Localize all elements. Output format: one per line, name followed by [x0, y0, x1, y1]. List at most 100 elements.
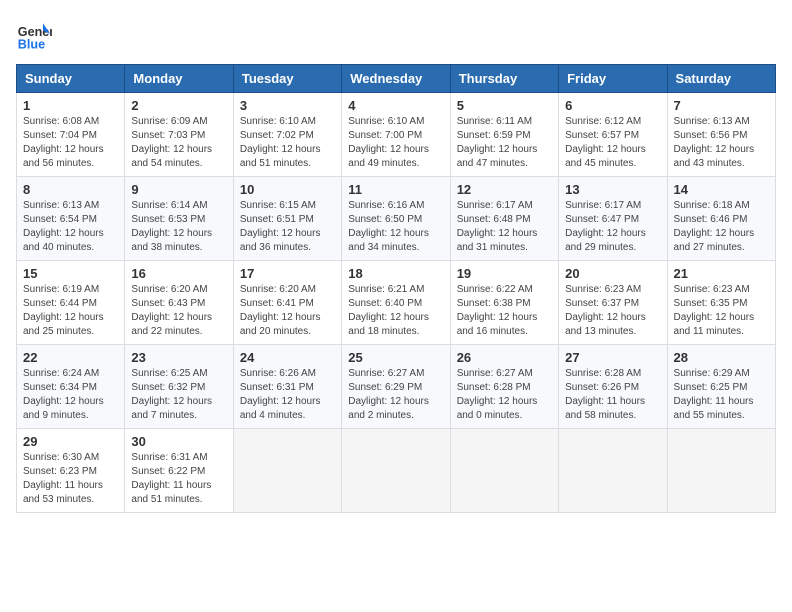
- day-detail: Sunrise: 6:21 AMSunset: 6:40 PMDaylight:…: [348, 283, 443, 339]
- calendar-cell: 25 Sunrise: 6:27 AMSunset: 6:29 PMDayligh…: [342, 345, 450, 429]
- calendar-cell: 11 Sunrise: 6:16 AMSunset: 6:50 PMDayligh…: [342, 177, 450, 261]
- day-detail: Sunrise: 6:10 AMSunset: 7:00 PMDaylight:…: [348, 115, 443, 171]
- logo-icon: General Blue: [16, 16, 52, 52]
- day-number: 30: [131, 434, 226, 449]
- day-number: 8: [23, 182, 118, 197]
- calendar-cell: 17 Sunrise: 6:20 AMSunset: 6:41 PMDayligh…: [233, 261, 341, 345]
- day-number: 3: [240, 98, 335, 113]
- day-number: 10: [240, 182, 335, 197]
- day-detail: Sunrise: 6:24 AMSunset: 6:34 PMDaylight:…: [23, 367, 118, 423]
- day-detail: Sunrise: 6:09 AMSunset: 7:03 PMDaylight:…: [131, 115, 226, 171]
- day-number: 4: [348, 98, 443, 113]
- day-number: 15: [23, 266, 118, 281]
- day-detail: Sunrise: 6:17 AMSunset: 6:47 PMDaylight:…: [565, 199, 660, 255]
- day-number: 26: [457, 350, 552, 365]
- calendar-cell: 28 Sunrise: 6:29 AMSunset: 6:25 PMDayligh…: [667, 345, 775, 429]
- calendar-cell: 10 Sunrise: 6:15 AMSunset: 6:51 PMDayligh…: [233, 177, 341, 261]
- day-detail: Sunrise: 6:29 AMSunset: 6:25 PMDaylight:…: [674, 367, 769, 423]
- calendar-cell: 18Sunrise: 6:21 AMSunset: 6:40 PMDayligh…: [342, 261, 450, 345]
- calendar-cell: [667, 429, 775, 513]
- calendar-cell: 24 Sunrise: 6:26 AMSunset: 6:31 PMDayligh…: [233, 345, 341, 429]
- day-number: 11: [348, 182, 443, 197]
- calendar-week-1: 1 Sunrise: 6:08 AMSunset: 7:04 PMDaylight…: [17, 93, 776, 177]
- day-number: 12: [457, 182, 552, 197]
- weekday-header-friday: Friday: [559, 65, 667, 93]
- calendar-cell: 29 Sunrise: 6:30 AMSunset: 6:23 PMDayligh…: [17, 429, 125, 513]
- day-detail: Sunrise: 6:23 AMSunset: 6:37 PMDaylight:…: [565, 283, 660, 339]
- day-detail: Sunrise: 6:31 AMSunset: 6:22 PMDaylight:…: [131, 451, 226, 507]
- day-number: 2: [131, 98, 226, 113]
- calendar-cell: 9 Sunrise: 6:14 AMSunset: 6:53 PMDaylight…: [125, 177, 233, 261]
- calendar-cell: 19 Sunrise: 6:22 AMSunset: 6:38 PMDayligh…: [450, 261, 558, 345]
- day-detail: Sunrise: 6:19 AMSunset: 6:44 PMDaylight:…: [23, 283, 118, 339]
- calendar-cell: [342, 429, 450, 513]
- day-number: 24: [240, 350, 335, 365]
- day-number: 13: [565, 182, 660, 197]
- day-detail: Sunrise: 6:26 AMSunset: 6:31 PMDaylight:…: [240, 367, 335, 423]
- calendar-cell: 3Sunrise: 6:10 AMSunset: 7:02 PMDaylight…: [233, 93, 341, 177]
- day-detail: Sunrise: 6:18 AMSunset: 6:46 PMDaylight:…: [674, 199, 769, 255]
- calendar-cell: [559, 429, 667, 513]
- calendar-cell: 1 Sunrise: 6:08 AMSunset: 7:04 PMDaylight…: [17, 93, 125, 177]
- day-detail: Sunrise: 6:20 AMSunset: 6:41 PMDaylight:…: [240, 283, 335, 339]
- calendar-cell: [233, 429, 341, 513]
- day-number: 28: [674, 350, 769, 365]
- calendar-cell: 14 Sunrise: 6:18 AMSunset: 6:46 PMDayligh…: [667, 177, 775, 261]
- day-number: 25: [348, 350, 443, 365]
- day-detail: Sunrise: 6:13 AMSunset: 6:56 PMDaylight:…: [674, 115, 769, 171]
- calendar-week-2: 8Sunrise: 6:13 AMSunset: 6:54 PMDaylight…: [17, 177, 776, 261]
- calendar-week-3: 15 Sunrise: 6:19 AMSunset: 6:44 PMDayligh…: [17, 261, 776, 345]
- calendar-cell: 13 Sunrise: 6:17 AMSunset: 6:47 PMDayligh…: [559, 177, 667, 261]
- calendar-cell: 20 Sunrise: 6:23 AMSunset: 6:37 PMDayligh…: [559, 261, 667, 345]
- calendar-cell: 2 Sunrise: 6:09 AMSunset: 7:03 PMDaylight…: [125, 93, 233, 177]
- day-number: 23: [131, 350, 226, 365]
- logo: General Blue: [16, 16, 52, 52]
- calendar-cell: 16 Sunrise: 6:20 AMSunset: 6:43 PMDayligh…: [125, 261, 233, 345]
- weekday-header-thursday: Thursday: [450, 65, 558, 93]
- calendar-cell: 12 Sunrise: 6:17 AMSunset: 6:48 PMDayligh…: [450, 177, 558, 261]
- day-number: 21: [674, 266, 769, 281]
- day-number: 20: [565, 266, 660, 281]
- day-detail: Sunrise: 6:27 AMSunset: 6:28 PMDaylight:…: [457, 367, 552, 423]
- day-number: 14: [674, 182, 769, 197]
- calendar-cell: 4 Sunrise: 6:10 AMSunset: 7:00 PMDaylight…: [342, 93, 450, 177]
- weekday-header-wednesday: Wednesday: [342, 65, 450, 93]
- day-number: 27: [565, 350, 660, 365]
- calendar-cell: 8Sunrise: 6:13 AMSunset: 6:54 PMDaylight…: [17, 177, 125, 261]
- svg-text:Blue: Blue: [18, 37, 45, 51]
- calendar-cell: 23Sunrise: 6:25 AMSunset: 6:32 PMDayligh…: [125, 345, 233, 429]
- day-detail: Sunrise: 6:11 AMSunset: 6:59 PMDaylight:…: [457, 115, 552, 171]
- day-number: 19: [457, 266, 552, 281]
- day-number: 9: [131, 182, 226, 197]
- calendar-cell: 15 Sunrise: 6:19 AMSunset: 6:44 PMDayligh…: [17, 261, 125, 345]
- weekday-header-sunday: Sunday: [17, 65, 125, 93]
- weekday-header-monday: Monday: [125, 65, 233, 93]
- day-number: 29: [23, 434, 118, 449]
- day-number: 6: [565, 98, 660, 113]
- day-detail: Sunrise: 6:22 AMSunset: 6:38 PMDaylight:…: [457, 283, 552, 339]
- calendar-cell: 21Sunrise: 6:23 AMSunset: 6:35 PMDayligh…: [667, 261, 775, 345]
- weekday-header-tuesday: Tuesday: [233, 65, 341, 93]
- day-number: 16: [131, 266, 226, 281]
- day-detail: Sunrise: 6:17 AMSunset: 6:48 PMDaylight:…: [457, 199, 552, 255]
- day-detail: Sunrise: 6:27 AMSunset: 6:29 PMDaylight:…: [348, 367, 443, 423]
- day-number: 17: [240, 266, 335, 281]
- calendar-cell: [450, 429, 558, 513]
- calendar-table: SundayMondayTuesdayWednesdayThursdayFrid…: [16, 64, 776, 513]
- day-detail: Sunrise: 6:14 AMSunset: 6:53 PMDaylight:…: [131, 199, 226, 255]
- day-detail: Sunrise: 6:15 AMSunset: 6:51 PMDaylight:…: [240, 199, 335, 255]
- calendar-cell: 30 Sunrise: 6:31 AMSunset: 6:22 PMDayligh…: [125, 429, 233, 513]
- day-detail: Sunrise: 6:08 AMSunset: 7:04 PMDaylight:…: [23, 115, 118, 171]
- calendar-cell: 26 Sunrise: 6:27 AMSunset: 6:28 PMDayligh…: [450, 345, 558, 429]
- day-detail: Sunrise: 6:12 AMSunset: 6:57 PMDaylight:…: [565, 115, 660, 171]
- calendar-cell: 6 Sunrise: 6:12 AMSunset: 6:57 PMDaylight…: [559, 93, 667, 177]
- calendar-week-5: 29 Sunrise: 6:30 AMSunset: 6:23 PMDayligh…: [17, 429, 776, 513]
- calendar-cell: 5Sunrise: 6:11 AMSunset: 6:59 PMDaylight…: [450, 93, 558, 177]
- day-detail: Sunrise: 6:30 AMSunset: 6:23 PMDaylight:…: [23, 451, 118, 507]
- day-detail: Sunrise: 6:16 AMSunset: 6:50 PMDaylight:…: [348, 199, 443, 255]
- day-detail: Sunrise: 6:20 AMSunset: 6:43 PMDaylight:…: [131, 283, 226, 339]
- calendar-cell: 7 Sunrise: 6:13 AMSunset: 6:56 PMDaylight…: [667, 93, 775, 177]
- day-number: 7: [674, 98, 769, 113]
- page-header: General Blue: [16, 16, 776, 52]
- day-number: 1: [23, 98, 118, 113]
